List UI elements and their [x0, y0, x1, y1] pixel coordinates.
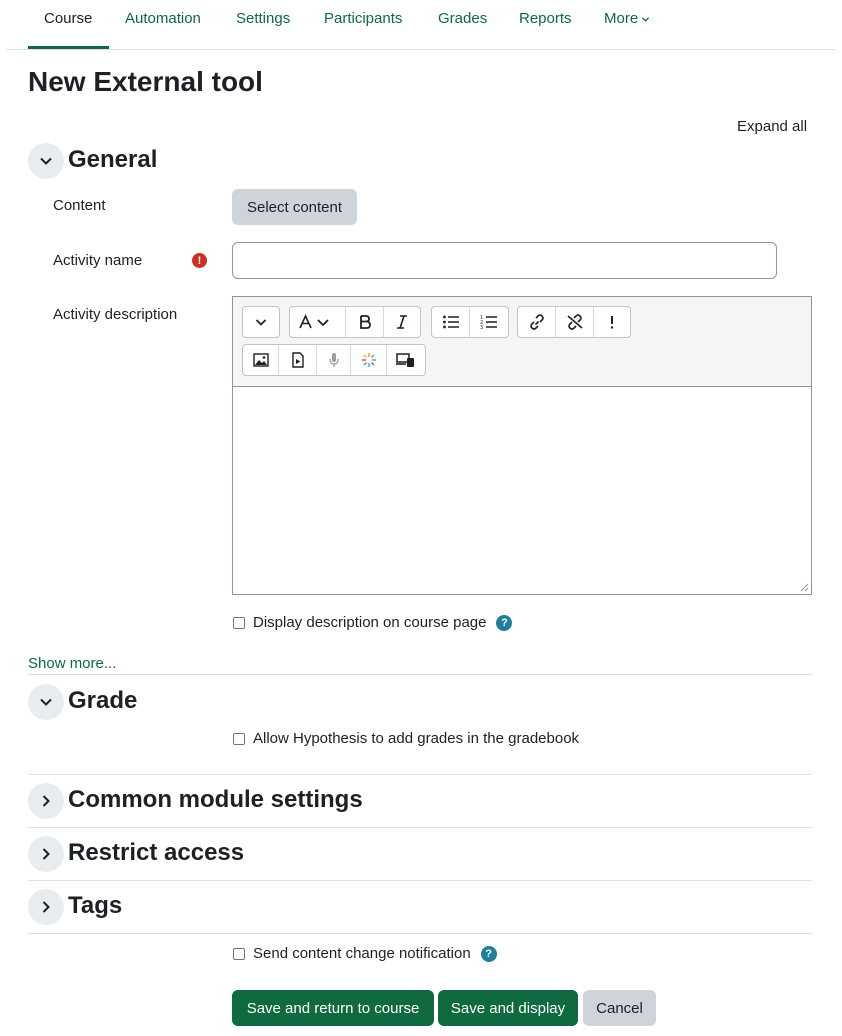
- nav-tab-automation[interactable]: Automation: [125, 10, 201, 27]
- sparkle-icon: [361, 353, 376, 367]
- notify-row: Send content change notification ?: [232, 945, 497, 962]
- page-title: New External tool: [28, 66, 263, 97]
- display-description-row: Display description on course page ?: [232, 614, 513, 631]
- file-media-icon: [291, 352, 304, 368]
- toolbar-image-button[interactable]: [243, 345, 279, 375]
- toolbar-accessibility-checker-button[interactable]: [594, 307, 630, 337]
- unlink-icon: [566, 314, 583, 330]
- exclamation-icon: [610, 316, 614, 329]
- toolbar-link-button[interactable]: [518, 307, 556, 337]
- image-icon: [252, 353, 269, 367]
- toolbar-paragraph-styles-button[interactable]: [290, 307, 346, 337]
- tags-collapse-toggle[interactable]: [28, 889, 64, 925]
- toolbar-expand-button[interactable]: [243, 307, 279, 337]
- chevron-down-icon: [642, 16, 650, 22]
- section-title-grade[interactable]: Grade: [68, 687, 137, 715]
- nav-tab-grades[interactable]: Grades: [438, 10, 487, 27]
- section-divider: [28, 674, 812, 675]
- expand-all-link[interactable]: Expand all: [737, 118, 807, 135]
- toolbar-unordered-list-button[interactable]: [432, 307, 470, 337]
- toolbar-record-audio-button[interactable]: [317, 345, 351, 375]
- link-icon: [529, 314, 544, 330]
- microphone-icon: [328, 353, 339, 367]
- nav-tab-course[interactable]: Course: [44, 10, 92, 27]
- editor-toolbar: 123: [233, 297, 811, 387]
- section-title-tags[interactable]: Tags: [68, 892, 122, 920]
- nav-tab-settings[interactable]: Settings: [236, 10, 290, 27]
- chevron-right-icon: [42, 901, 50, 913]
- general-collapse-toggle[interactable]: [28, 143, 64, 179]
- display-description-label: Display description on course page: [253, 614, 487, 631]
- svg-text:3: 3: [480, 325, 483, 330]
- toolbar-group-lists: 123: [431, 306, 509, 338]
- save-and-return-button[interactable]: Save and return to course: [232, 990, 434, 1026]
- nav-tab-more[interactable]: More: [604, 10, 650, 27]
- allow-grades-row: Allow Hypothesis to add grades in the gr…: [232, 730, 579, 747]
- secondary-navigation: Course Automation Settings Participants …: [0, 0, 842, 50]
- rich-text-editor: 123: [232, 296, 812, 595]
- select-content-button[interactable]: Select content: [232, 189, 357, 225]
- toolbar-embed-button[interactable]: [387, 345, 425, 375]
- chevron-down-icon: [255, 319, 267, 326]
- section-title-general[interactable]: General: [68, 146, 157, 174]
- nav-divider: [6, 49, 836, 50]
- chevron-down-icon: [40, 698, 52, 706]
- allow-grades-checkbox[interactable]: [233, 732, 245, 745]
- save-and-display-button[interactable]: Save and display: [438, 990, 578, 1026]
- font-style-icon: [298, 314, 329, 329]
- show-more-link[interactable]: Show more...: [28, 655, 116, 672]
- bullet-list-icon: [442, 315, 459, 329]
- section-title-restrict-access[interactable]: Restrict access: [68, 839, 244, 867]
- toolbar-bold-button[interactable]: [346, 307, 384, 337]
- content-label: Content: [53, 197, 106, 214]
- italic-icon: [397, 315, 407, 329]
- bold-icon: [359, 315, 371, 329]
- numbered-list-icon: 123: [480, 315, 497, 330]
- section-title-common-module-settings[interactable]: Common module settings: [68, 786, 363, 814]
- grade-collapse-toggle[interactable]: [28, 684, 64, 720]
- toolbar-italic-button[interactable]: [384, 307, 420, 337]
- devices-icon: [396, 353, 414, 367]
- send-notification-label: Send content change notification: [253, 945, 471, 962]
- resize-handle-icon[interactable]: [799, 582, 809, 592]
- toolbar-ordered-list-button[interactable]: 123: [470, 307, 508, 337]
- chevron-right-icon: [42, 795, 50, 807]
- toolbar-media-button[interactable]: [279, 345, 317, 375]
- chevron-down-icon: [40, 157, 52, 165]
- section-divider: [28, 933, 812, 934]
- question-circle-icon[interactable]: ?: [480, 945, 497, 962]
- activity-name-label: Activity name: [53, 252, 143, 269]
- restrict-access-collapse-toggle[interactable]: [28, 836, 64, 872]
- toolbar-group-links: [517, 306, 631, 338]
- toolbar-group-collapse: [242, 306, 280, 338]
- display-description-checkbox[interactable]: [233, 616, 245, 629]
- chevron-right-icon: [42, 848, 50, 860]
- send-notification-checkbox[interactable]: [233, 947, 245, 960]
- nav-more-label: More: [604, 10, 639, 27]
- allow-grades-label: Allow Hypothesis to add grades in the gr…: [253, 730, 580, 747]
- toolbar-unlink-button[interactable]: [556, 307, 594, 337]
- activity-name-input[interactable]: [232, 242, 777, 279]
- question-circle-icon[interactable]: ?: [496, 614, 513, 631]
- editor-content-area[interactable]: [233, 388, 811, 594]
- nav-tab-reports[interactable]: Reports: [519, 10, 572, 27]
- common-settings-collapse-toggle[interactable]: [28, 783, 64, 819]
- toolbar-h5p-button[interactable]: [351, 345, 387, 375]
- activity-description-label: Activity description: [53, 306, 178, 323]
- required-icon: !: [192, 253, 207, 268]
- toolbar-group-media: [242, 344, 426, 376]
- section-divider: [28, 827, 812, 828]
- toolbar-group-style: [289, 306, 421, 338]
- cancel-button[interactable]: Cancel: [583, 990, 656, 1026]
- section-divider: [28, 880, 812, 881]
- section-divider: [28, 774, 812, 775]
- nav-tab-participants[interactable]: Participants: [324, 10, 402, 27]
